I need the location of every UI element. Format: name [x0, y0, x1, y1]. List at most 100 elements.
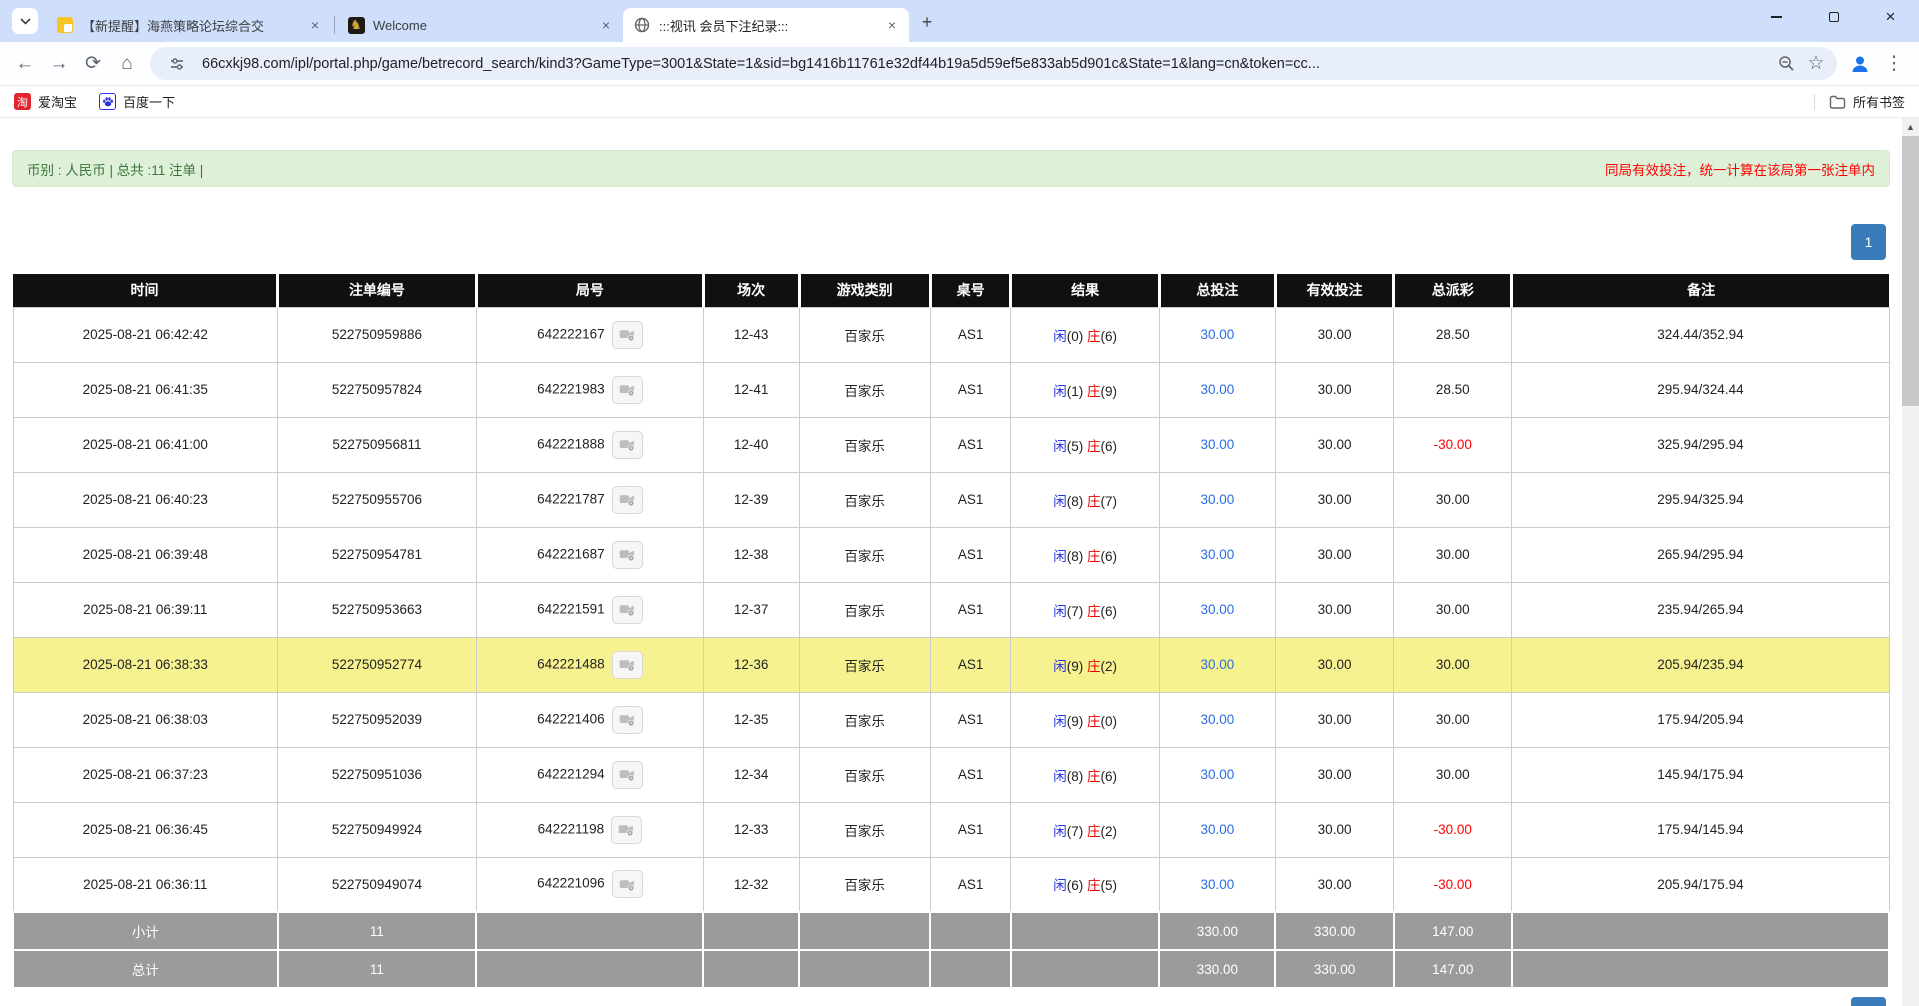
- cell-total-bet[interactable]: 30.00: [1159, 747, 1275, 802]
- cell-time: 2025-08-21 06:41:35: [13, 362, 278, 417]
- video-replay-icon: [619, 657, 636, 672]
- column-header: 局号: [476, 274, 703, 307]
- cell-round-number: 642222167: [476, 307, 703, 362]
- bet-table-body: 2025-08-21 06:42:42522750959886642222167…: [13, 307, 1889, 988]
- video-replay-icon: [619, 547, 636, 562]
- zoom-out-icon[interactable]: [1771, 49, 1801, 79]
- cell-total-bet[interactable]: 30.00: [1159, 582, 1275, 637]
- cell-bet-number: 522750957824: [278, 362, 477, 417]
- bookmarks-divider: [1814, 94, 1815, 110]
- chevron-down-icon: [20, 18, 31, 25]
- bookmark-aitaobao[interactable]: 淘 爱淘宝: [14, 92, 77, 111]
- browser-menu-button[interactable]: ⋮: [1877, 47, 1911, 81]
- video-replay-icon: [619, 877, 636, 892]
- cell-bet-number: 522750959886: [278, 307, 477, 362]
- cell-result: 闲(8) 庄(6): [1011, 747, 1159, 802]
- cell-result: 闲(6) 庄(5): [1011, 857, 1159, 912]
- tab-welcome[interactable]: ♞ Welcome ×: [337, 8, 623, 42]
- cell-valid-bet: 30.00: [1275, 857, 1393, 912]
- cell-valid-bet: 30.00: [1275, 692, 1393, 747]
- tab-title: 【新提醒】海燕策略论坛综合交: [82, 16, 306, 35]
- bookmark-label: 爱淘宝: [38, 92, 77, 111]
- minimize-button[interactable]: [1748, 0, 1805, 34]
- pagination-page-1-button[interactable]: 1: [1851, 224, 1886, 260]
- cell-total-bet[interactable]: 30.00: [1159, 637, 1275, 692]
- tab-bet-record[interactable]: :::视讯 会员下注纪录::: ×: [623, 8, 909, 42]
- bet-record-row: 2025-08-21 06:39:48522750954781642221687…: [13, 527, 1889, 582]
- cell-total-bet[interactable]: 30.00: [1159, 307, 1275, 362]
- bet-record-row: 2025-08-21 06:36:45522750949924642221198…: [13, 802, 1889, 857]
- video-replay-button[interactable]: [612, 321, 643, 349]
- cell-table-number: AS1: [930, 857, 1011, 912]
- cell-session: 12-33: [703, 802, 799, 857]
- tab-forum[interactable]: 【新提醒】海燕策略论坛综合交 ×: [46, 8, 332, 42]
- video-replay-button[interactable]: [612, 706, 643, 734]
- cell-total-bet[interactable]: 30.00: [1159, 362, 1275, 417]
- cell-total-bet[interactable]: 30.00: [1159, 802, 1275, 857]
- video-replay-button[interactable]: [612, 431, 643, 459]
- column-header: 总投注: [1159, 274, 1275, 307]
- cell-game-type: 百家乐: [799, 582, 930, 637]
- video-replay-button[interactable]: [612, 376, 643, 404]
- close-tab-icon[interactable]: ×: [597, 16, 615, 34]
- all-bookmarks[interactable]: 所有书签: [1814, 92, 1905, 111]
- site-settings-icon[interactable]: [162, 49, 192, 79]
- vertical-scrollbar[interactable]: ▲: [1902, 118, 1919, 1006]
- result-banker: 庄: [1087, 439, 1101, 454]
- home-button[interactable]: ⌂: [110, 47, 144, 81]
- cell-total-bet[interactable]: 30.00: [1159, 692, 1275, 747]
- reload-button[interactable]: ⟳: [76, 47, 110, 81]
- url-text[interactable]: 66cxkj98.com/ipl/portal.php/game/betreco…: [202, 56, 1771, 72]
- bookmark-star-icon[interactable]: ☆: [1801, 49, 1831, 79]
- video-replay-icon: [619, 382, 636, 397]
- cell-round-number: 642221294: [476, 747, 703, 802]
- cell-total-bet[interactable]: 30.00: [1159, 857, 1275, 912]
- video-replay-icon: [619, 327, 636, 342]
- scroll-up-arrow-icon[interactable]: ▲: [1902, 118, 1919, 135]
- cell-payout: 28.50: [1394, 307, 1512, 362]
- cell-total-bet[interactable]: 30.00: [1159, 417, 1275, 472]
- video-replay-button[interactable]: [612, 596, 643, 624]
- close-tab-icon[interactable]: ×: [883, 16, 901, 34]
- cell-time: 2025-08-21 06:37:23: [13, 747, 278, 802]
- cell-payout: -30.00: [1394, 417, 1512, 472]
- video-replay-button[interactable]: [611, 816, 642, 844]
- bet-record-table-wrap: 时间注单编号局号场次游戏类别桌号结果总投注有效投注总派彩备注 2025-08-2…: [12, 274, 1890, 989]
- cell-time: 2025-08-21 06:40:23: [13, 472, 278, 527]
- result-player: 闲: [1053, 494, 1067, 509]
- bookmark-baidu[interactable]: 百度一下: [99, 92, 175, 111]
- pagination-bottom-button[interactable]: [1851, 997, 1886, 1006]
- address-bar[interactable]: 66cxkj98.com/ipl/portal.php/game/betreco…: [150, 47, 1837, 80]
- video-replay-button[interactable]: [612, 541, 643, 569]
- video-replay-icon: [619, 767, 636, 782]
- cell-total-bet[interactable]: 30.00: [1159, 472, 1275, 527]
- result-banker: 庄: [1087, 604, 1101, 619]
- video-replay-button[interactable]: [612, 870, 643, 898]
- bookmark-label: 百度一下: [123, 92, 175, 111]
- maximize-button[interactable]: [1805, 0, 1862, 34]
- close-tab-icon[interactable]: ×: [306, 16, 324, 34]
- video-replay-button[interactable]: [612, 486, 643, 514]
- result-player: 闲: [1053, 549, 1067, 564]
- video-replay-button[interactable]: [612, 651, 643, 679]
- close-window-button[interactable]: ×: [1862, 0, 1919, 34]
- result-player: 闲: [1053, 329, 1067, 344]
- tab-list-chevron-button[interactable]: [12, 8, 38, 34]
- cell-bet-number: 522750949924: [278, 802, 477, 857]
- back-button[interactable]: ←: [8, 47, 42, 81]
- cell-valid-bet: 30.00: [1275, 527, 1393, 582]
- cell-total-bet[interactable]: 30.00: [1159, 527, 1275, 582]
- forward-button[interactable]: →: [42, 47, 76, 81]
- cell-round-number: 642221096: [476, 857, 703, 912]
- currency-summary-text: 币别 : 人民币 | 总共 :11 注单 |: [27, 159, 203, 179]
- video-replay-button[interactable]: [612, 761, 643, 789]
- cell-result: 闲(9) 庄(2): [1011, 637, 1159, 692]
- table-header-row: 时间注单编号局号场次游戏类别桌号结果总投注有效投注总派彩备注: [13, 274, 1889, 307]
- result-player: 闲: [1053, 769, 1067, 784]
- cell-round-number: 642221198: [476, 802, 703, 857]
- cell-session: 12-43: [703, 307, 799, 362]
- cell-session: 12-38: [703, 527, 799, 582]
- profile-avatar-icon[interactable]: [1843, 47, 1877, 81]
- scrollbar-thumb[interactable]: [1902, 136, 1919, 406]
- new-tab-button[interactable]: +: [913, 8, 941, 36]
